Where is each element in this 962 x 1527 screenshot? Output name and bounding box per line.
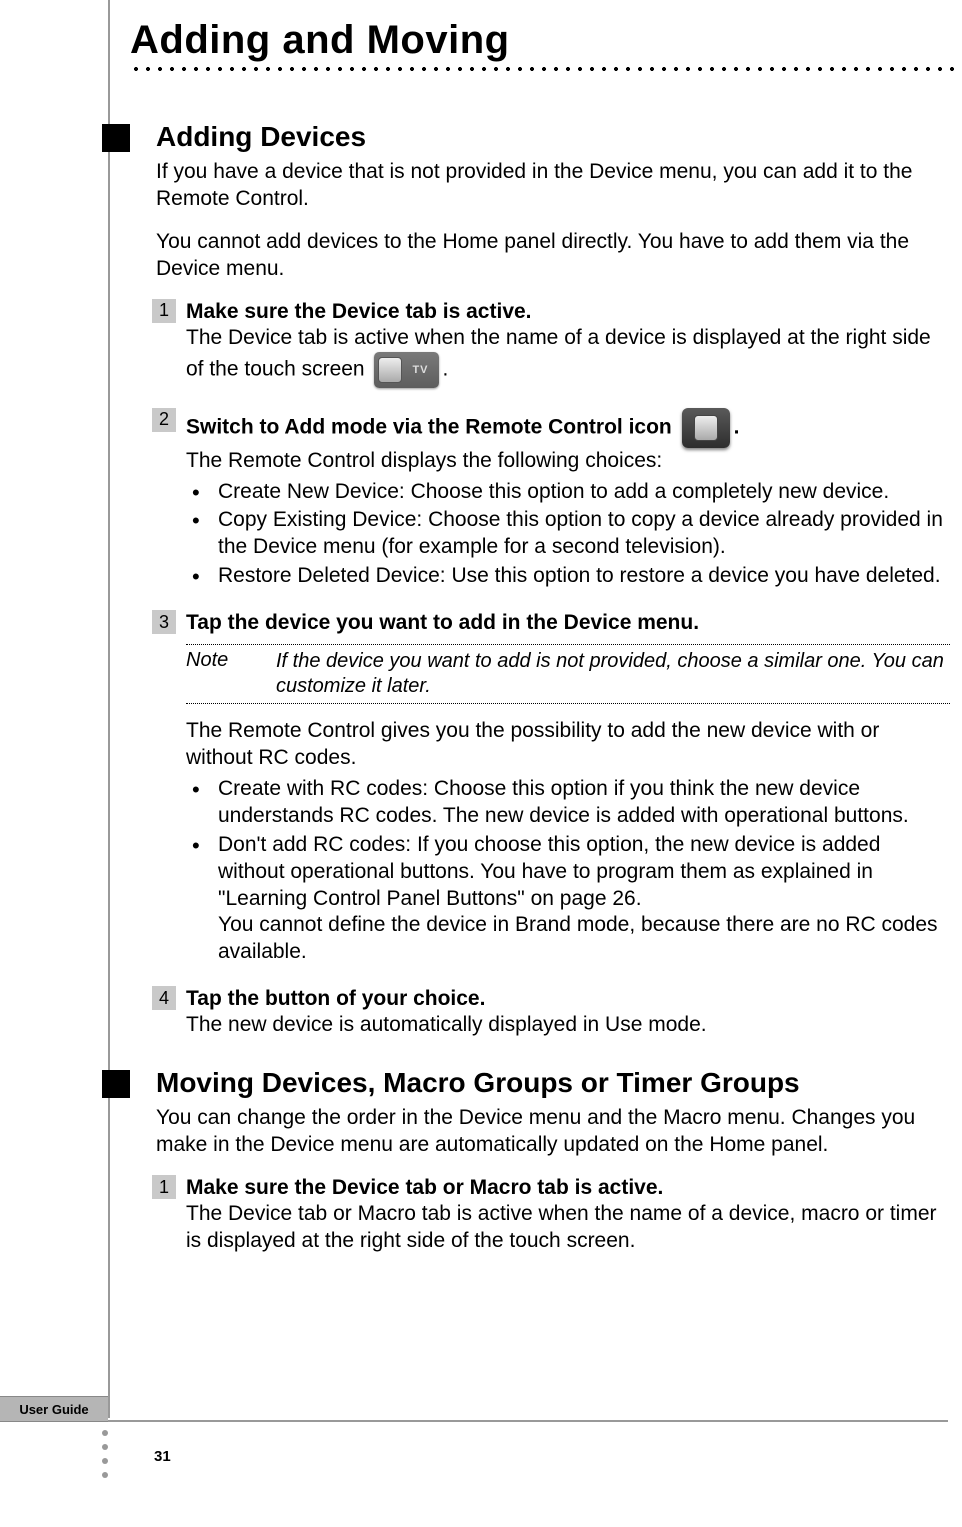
user-guide-tab: User Guide	[0, 1396, 108, 1422]
device-tv-icon: TV	[374, 352, 438, 388]
moving-intro: You can change the order in the Device m…	[156, 1105, 950, 1159]
section-title-adding: Adding Devices	[156, 121, 950, 153]
adding-step-2: 2 Switch to Add mode via the Remote Cont…	[156, 408, 950, 590]
step-number: 1	[152, 1175, 176, 1199]
list-item: Create New Device: Choose this option to…	[214, 479, 950, 506]
section-moving-devices: Moving Devices, Macro Groups or Timer Gr…	[130, 1067, 950, 1255]
step-3-bullets: Create with RC codes: Choose this option…	[186, 776, 950, 966]
adding-step-4: 4 Tap the button of your choice. The new…	[156, 986, 950, 1039]
footer-dots	[102, 1430, 108, 1478]
dotted-rule	[130, 67, 960, 71]
step-title: Make sure the Device tab is active.	[186, 299, 950, 325]
section-adding-devices: Adding Devices If you have a device that…	[130, 121, 950, 1039]
chapter-title: Adding and Moving	[130, 18, 950, 63]
adding-step-1: 1 Make sure the Device tab is active. Th…	[156, 299, 950, 388]
step-2-bullets: Create New Device: Choose this option to…	[186, 479, 950, 591]
step-number: 1	[152, 299, 176, 323]
adding-intro-1: If you have a device that is not provide…	[156, 159, 950, 213]
step-number: 2	[152, 408, 176, 432]
step-title: Make sure the Device tab or Macro tab is…	[186, 1175, 950, 1201]
step-title: Tap the button of your choice.	[186, 986, 950, 1012]
step-title-pre: Switch to Add mode via the Remote Contro…	[186, 415, 678, 438]
step-title-post: .	[734, 415, 740, 438]
list-item: Restore Deleted Device: Use this option …	[214, 563, 950, 590]
note-text: If the device you want to add is not pro…	[276, 649, 950, 699]
step-body: The Device tab is active when the name o…	[186, 325, 950, 388]
section-title-moving: Moving Devices, Macro Groups or Timer Gr…	[156, 1067, 950, 1099]
list-item: Copy Existing Device: Choose this option…	[214, 507, 950, 561]
step-body-pre: The Device tab is active when the name o…	[186, 326, 931, 380]
step-body: The Remote Control gives you the possibi…	[186, 718, 950, 772]
remote-control-icon	[682, 408, 730, 448]
step-body: The new device is automatically displaye…	[186, 1012, 950, 1039]
bottom-rule	[108, 1420, 948, 1422]
list-item: Don't add RC codes: If you choose this o…	[214, 832, 950, 966]
step-number: 3	[152, 610, 176, 634]
step-title: Tap the device you want to add in the De…	[186, 610, 950, 636]
section-bullet-icon	[102, 124, 130, 152]
step-body-post: .	[443, 357, 449, 380]
list-item: Create with RC codes: Choose this option…	[214, 776, 950, 830]
adding-intro-2: You cannot add devices to the Home panel…	[156, 229, 950, 283]
section-bullet-icon	[102, 1070, 130, 1098]
page-number: 31	[154, 1448, 171, 1465]
step-number: 4	[152, 986, 176, 1010]
step-body: The Device tab or Macro tab is active wh…	[186, 1201, 950, 1255]
left-rule	[108, 0, 110, 1418]
adding-step-3: 3 Tap the device you want to add in the …	[156, 610, 950, 966]
step-title: Switch to Add mode via the Remote Contro…	[186, 408, 950, 448]
page-content: Adding and Moving Adding Devices If you …	[130, 18, 950, 1283]
note-label: Note	[186, 649, 246, 699]
tv-icon-label: TV	[408, 363, 432, 377]
step-body: The Remote Control displays the followin…	[186, 448, 950, 475]
note-box: Note If the device you want to add is no…	[186, 644, 950, 704]
moving-step-1: 1 Make sure the Device tab or Macro tab …	[156, 1175, 950, 1255]
